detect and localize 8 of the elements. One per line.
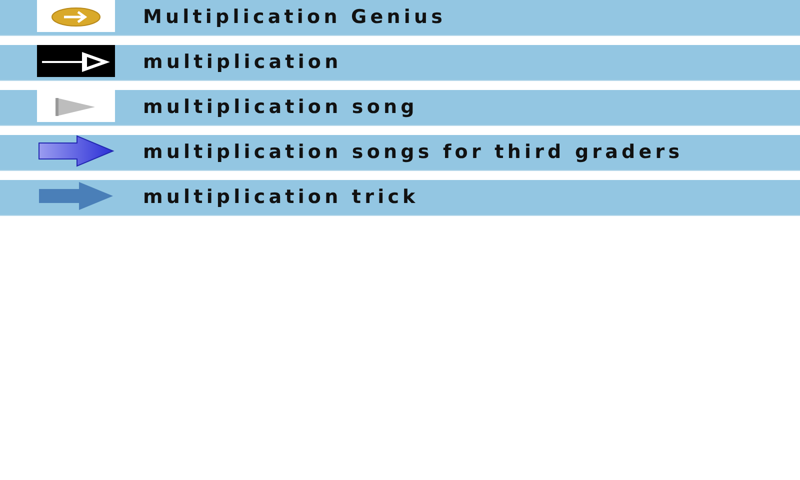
arrow-icon xyxy=(37,180,115,212)
list-item[interactable]: multiplication songs for third graders xyxy=(0,135,800,171)
list-item[interactable]: multiplication xyxy=(0,45,800,81)
list-item[interactable]: Multiplication Genius xyxy=(0,0,800,36)
arrow-icon xyxy=(37,134,115,167)
list-item[interactable]: multiplication trick xyxy=(0,180,800,216)
list-item[interactable]: multiplication song xyxy=(0,90,800,126)
oval-arrow-icon xyxy=(37,0,115,32)
